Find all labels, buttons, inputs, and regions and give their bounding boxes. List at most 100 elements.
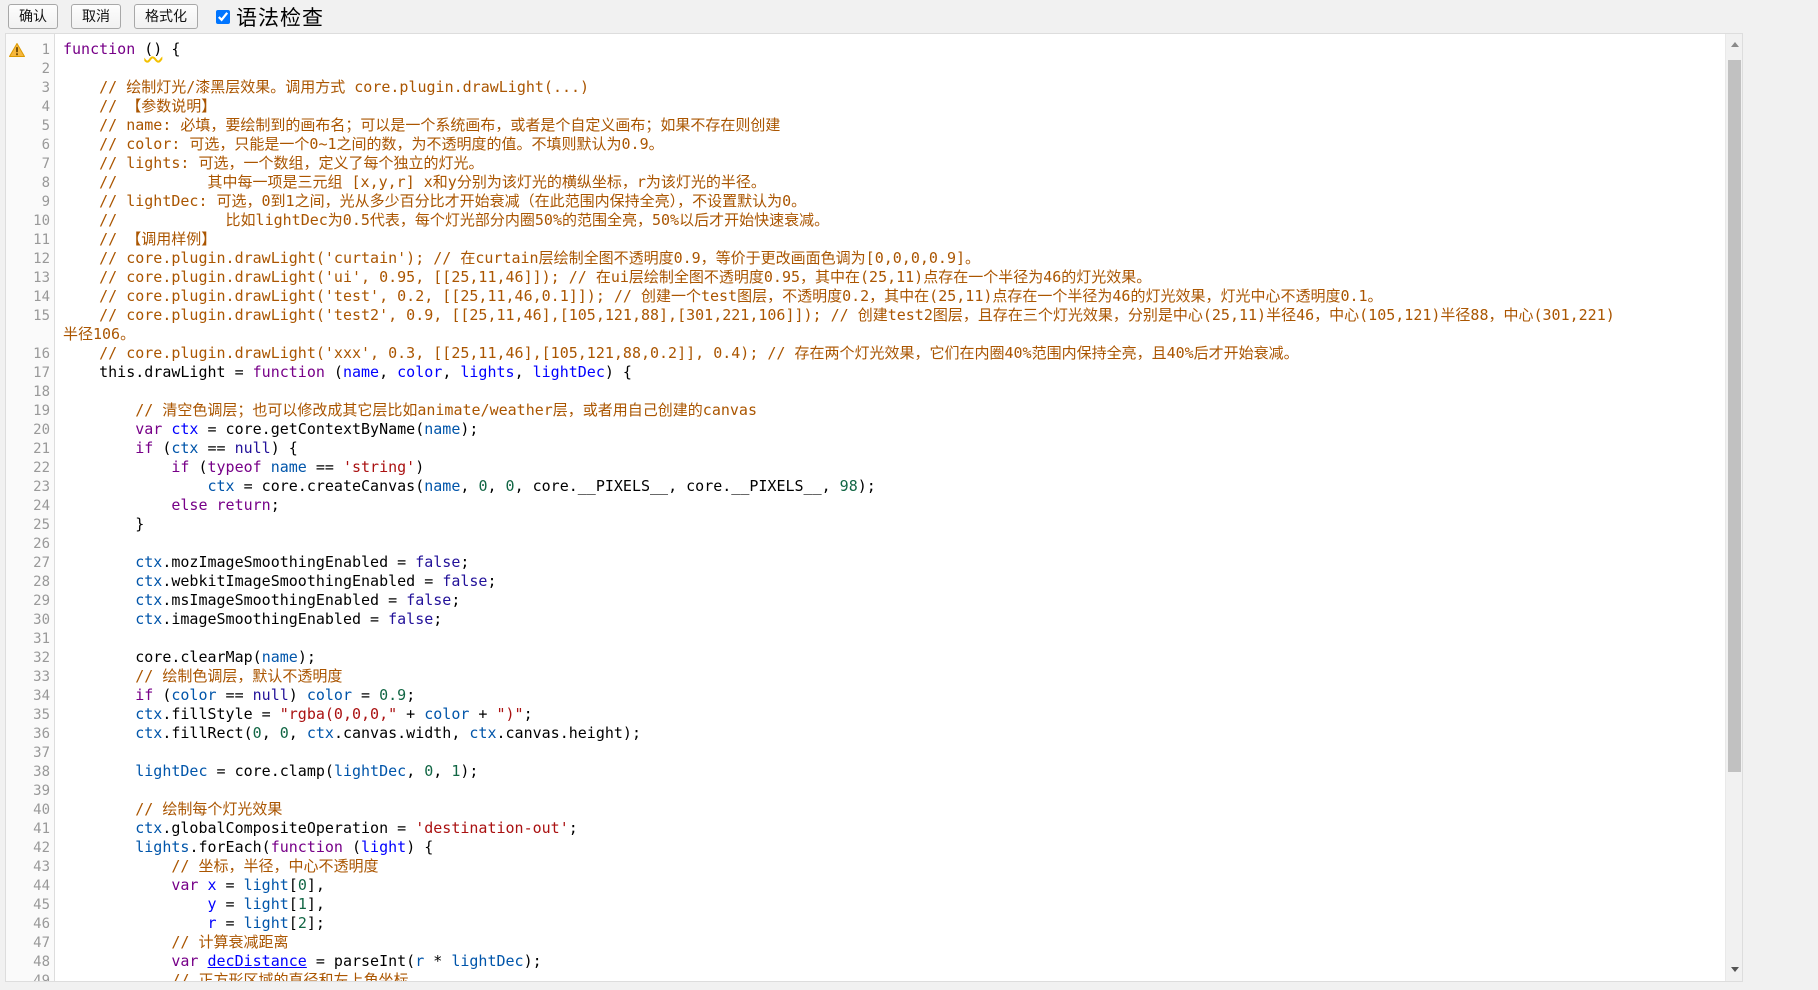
code-line-text[interactable]: ctx = core.createCanvas(name, 0, 0, core… <box>56 477 876 496</box>
code-line[interactable]: 39 <box>6 781 1725 800</box>
code-line[interactable]: 2 <box>6 59 1725 78</box>
code-line-text[interactable]: // 绘制灯光/漆黑层效果。调用方式 core.plugin.drawLight… <box>56 78 589 97</box>
code-line-text[interactable]: // 【参数说明】 <box>56 97 216 116</box>
code-line-text[interactable]: ctx.fillStyle = "rgba(0,0,0," + color + … <box>56 705 533 724</box>
scroll-up-button[interactable] <box>1726 34 1743 54</box>
vertical-scrollbar[interactable] <box>1725 34 1742 981</box>
code-line[interactable]: 45 y = light[1], <box>6 895 1725 914</box>
code-line[interactable]: 8 // 其中每一项是三元组 [x,y,r] x和y分别为该灯光的横纵坐标，r为… <box>6 173 1725 192</box>
code-line[interactable]: 10 // 比如lightDec为0.5代表，每个灯光部分内圈50%的范围全亮，… <box>6 211 1725 230</box>
code-line-text[interactable]: // 【调用样例】 <box>56 230 216 249</box>
code-line[interactable]: 31 <box>6 629 1725 648</box>
cancel-button[interactable]: 取消 <box>71 4 121 29</box>
code-area[interactable]: 1function () {23 // 绘制灯光/漆黑层效果。调用方式 core… <box>6 34 1725 981</box>
code-line-text[interactable] <box>56 629 63 648</box>
code-line-text[interactable]: // 比如lightDec为0.5代表，每个灯光部分内圈50%的范围全亮，50%… <box>56 211 829 230</box>
code-line[interactable]: 3 // 绘制灯光/漆黑层效果。调用方式 core.plugin.drawLig… <box>6 78 1725 97</box>
code-line-text[interactable] <box>56 534 63 553</box>
code-line[interactable]: 43 // 坐标，半径，中心不透明度 <box>6 857 1725 876</box>
code-line-text[interactable]: ctx.msImageSmoothingEnabled = false; <box>56 591 460 610</box>
scrollbar-thumb[interactable] <box>1728 60 1741 772</box>
code-line[interactable]: 41 ctx.globalCompositeOperation = 'desti… <box>6 819 1725 838</box>
code-line-text[interactable]: // 正方形区域的直径和左上角坐标 <box>56 971 408 981</box>
code-line-text[interactable]: // 清空色调层；也可以修改成其它层比如animate/weather层，或者用… <box>56 401 757 420</box>
code-line[interactable]: 23 ctx = core.createCanvas(name, 0, 0, c… <box>6 477 1725 496</box>
code-line-text[interactable]: if (color == null) color = 0.9; <box>56 686 415 705</box>
code-line[interactable]: 15 // core.plugin.drawLight('test2', 0.9… <box>6 306 1725 325</box>
code-line[interactable]: 25 } <box>6 515 1725 534</box>
code-line[interactable]: 37 <box>6 743 1725 762</box>
code-line[interactable]: 13 // core.plugin.drawLight('ui', 0.95, … <box>6 268 1725 287</box>
code-line-text[interactable]: if (ctx == null) { <box>56 439 298 458</box>
code-line-text[interactable]: // lightDec: 可选，0到1之间，光从多少百分比才开始衰减（在此范围内… <box>56 192 806 211</box>
code-line-text[interactable] <box>56 781 63 800</box>
code-line[interactable]: 40 // 绘制每个灯光效果 <box>6 800 1725 819</box>
code-line[interactable]: 7 // lights: 可选，一个数组，定义了每个独立的灯光。 <box>6 154 1725 173</box>
code-line[interactable]: 19 // 清空色调层；也可以修改成其它层比如animate/weather层，… <box>6 401 1725 420</box>
code-line[interactable]: 47 // 计算衰减距离 <box>6 933 1725 952</box>
code-line-text[interactable]: ctx.mozImageSmoothingEnabled = false; <box>56 553 469 572</box>
code-line[interactable]: 半径106。 <box>6 325 1725 344</box>
code-line[interactable]: 14 // core.plugin.drawLight('test', 0.2,… <box>6 287 1725 306</box>
code-line-text[interactable]: 半径106。 <box>56 325 135 344</box>
code-line-text[interactable]: lightDec = core.clamp(lightDec, 0, 1); <box>56 762 478 781</box>
code-line[interactable]: 5 // name: 必填，要绘制到的画布名；可以是一个系统画布，或者是个自定义… <box>6 116 1725 135</box>
code-line-text[interactable]: // 计算衰减距离 <box>56 933 288 952</box>
code-line[interactable]: 18 <box>6 382 1725 401</box>
code-line[interactable]: 49 // 正方形区域的直径和左上角坐标 <box>6 971 1725 981</box>
code-line-text[interactable]: lights.forEach(function (light) { <box>56 838 433 857</box>
code-line[interactable]: 16 // core.plugin.drawLight('xxx', 0.3, … <box>6 344 1725 363</box>
code-line-text[interactable]: // core.plugin.drawLight('ui', 0.95, [[2… <box>56 268 1151 287</box>
code-line[interactable]: 4 // 【参数说明】 <box>6 97 1725 116</box>
code-line-text[interactable]: } <box>56 515 144 534</box>
confirm-button[interactable]: 确认 <box>8 4 58 29</box>
code-line-text[interactable]: var decDistance = parseInt(r * lightDec)… <box>56 952 542 971</box>
code-line-text[interactable] <box>56 382 63 401</box>
code-line-text[interactable]: // core.plugin.drawLight('curtain'); // … <box>56 249 980 268</box>
code-line[interactable]: 26 <box>6 534 1725 553</box>
code-line-text[interactable]: // 其中每一项是三元组 [x,y,r] x和y分别为该灯光的横纵坐标，r为该灯… <box>56 173 766 192</box>
code-line[interactable]: 44 var x = light[0], <box>6 876 1725 895</box>
code-line[interactable]: 32 core.clearMap(name); <box>6 648 1725 667</box>
code-line-text[interactable]: // lights: 可选，一个数组，定义了每个独立的灯光。 <box>56 154 483 173</box>
code-line[interactable]: 36 ctx.fillRect(0, 0, ctx.canvas.width, … <box>6 724 1725 743</box>
code-line[interactable]: 42 lights.forEach(function (light) { <box>6 838 1725 857</box>
code-line-text[interactable]: if (typeof name == 'string') <box>56 458 424 477</box>
code-line[interactable]: 21 if (ctx == null) { <box>6 439 1725 458</box>
code-line[interactable]: 48 var decDistance = parseInt(r * lightD… <box>6 952 1725 971</box>
code-line[interactable]: 38 lightDec = core.clamp(lightDec, 0, 1)… <box>6 762 1725 781</box>
code-line[interactable]: 9 // lightDec: 可选，0到1之间，光从多少百分比才开始衰减（在此范… <box>6 192 1725 211</box>
code-line[interactable]: 12 // core.plugin.drawLight('curtain'); … <box>6 249 1725 268</box>
code-line[interactable]: 1function () { <box>6 40 1725 59</box>
code-line-text[interactable]: core.clearMap(name); <box>56 648 316 667</box>
scroll-down-button[interactable] <box>1726 959 1743 979</box>
code-line[interactable]: 33 // 绘制色调层，默认不透明度 <box>6 667 1725 686</box>
code-line-text[interactable]: r = light[2]; <box>56 914 325 933</box>
code-line[interactable]: 29 ctx.msImageSmoothingEnabled = false; <box>6 591 1725 610</box>
code-line-text[interactable] <box>56 59 63 78</box>
code-line-text[interactable]: this.drawLight = function (name, color, … <box>56 363 632 382</box>
code-line[interactable]: 30 ctx.imageSmoothingEnabled = false; <box>6 610 1725 629</box>
syntax-check-checkbox[interactable] <box>216 10 230 24</box>
code-line[interactable]: 46 r = light[2]; <box>6 914 1725 933</box>
code-line-text[interactable]: // core.plugin.drawLight('xxx', 0.3, [[2… <box>56 344 1299 363</box>
code-line[interactable]: 6 // color: 可选，只能是一个0~1之间的数，为不透明度的值。不填则默… <box>6 135 1725 154</box>
code-line-text[interactable]: // name: 必填，要绘制到的画布名；可以是一个系统画布，或者是个自定义画布… <box>56 116 780 135</box>
code-line-text[interactable]: function () { <box>56 40 180 59</box>
code-line-text[interactable]: y = light[1], <box>56 895 325 914</box>
code-line[interactable]: 24 else return; <box>6 496 1725 515</box>
code-line[interactable]: 28 ctx.webkitImageSmoothingEnabled = fal… <box>6 572 1725 591</box>
code-line[interactable]: 27 ctx.mozImageSmoothingEnabled = false; <box>6 553 1725 572</box>
code-line-text[interactable]: var ctx = core.getContextByName(name); <box>56 420 478 439</box>
code-line-text[interactable]: ctx.webkitImageSmoothingEnabled = false; <box>56 572 497 591</box>
code-line[interactable]: 34 if (color == null) color = 0.9; <box>6 686 1725 705</box>
code-line-text[interactable]: else return; <box>56 496 280 515</box>
code-line-text[interactable]: ctx.globalCompositeOperation = 'destinat… <box>56 819 578 838</box>
code-line-text[interactable]: // 绘制色调层，默认不透明度 <box>56 667 342 686</box>
code-line-text[interactable] <box>56 743 63 762</box>
code-line-text[interactable]: ctx.imageSmoothingEnabled = false; <box>56 610 442 629</box>
code-line-text[interactable]: var x = light[0], <box>56 876 325 895</box>
code-line-text[interactable]: // 绘制每个灯光效果 <box>56 800 282 819</box>
code-editor[interactable]: 1function () {23 // 绘制灯光/漆黑层效果。调用方式 core… <box>5 33 1743 982</box>
code-line[interactable]: 11 // 【调用样例】 <box>6 230 1725 249</box>
